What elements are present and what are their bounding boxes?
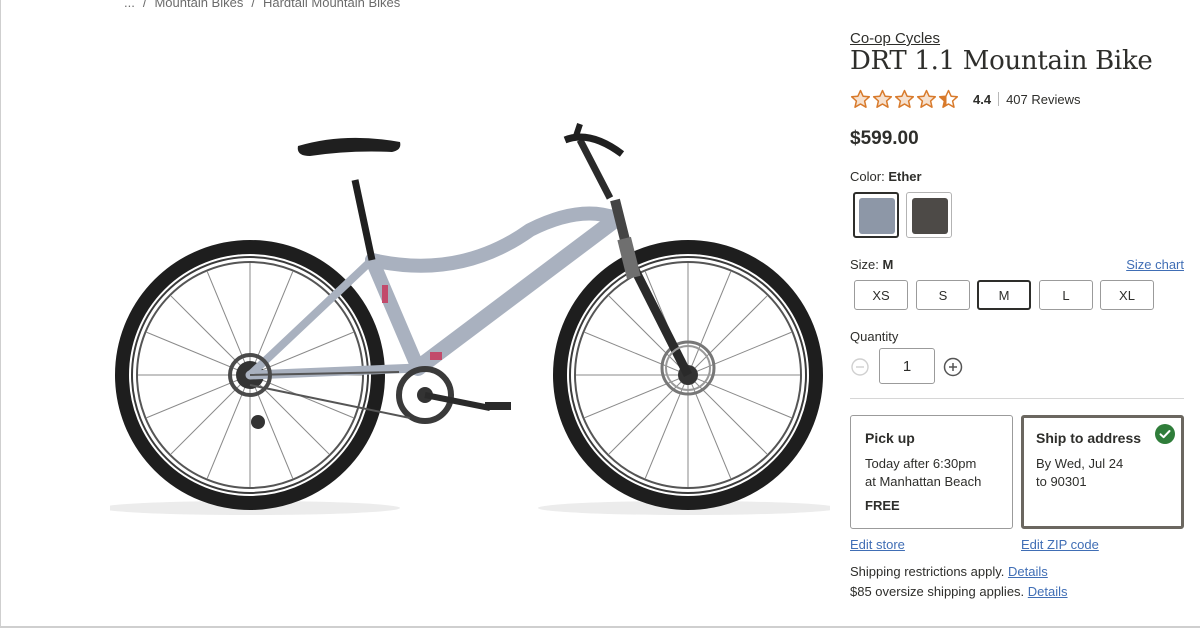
color-label-text: Color: [850,169,885,184]
pickup-option-card[interactable]: Pick up Today after 6:30pm at Manhattan … [850,415,1013,529]
review-count-label: Reviews [1031,91,1081,107]
shipping-restrictions-note: Shipping restrictions apply. Details [850,564,1048,579]
oversize-shipping-note: $85 oversize shipping applies. Details [850,584,1068,599]
product-price: $599.00 [850,128,919,149]
star-icon [916,89,937,108]
ship-title: Ship to address [1036,430,1142,446]
breadcrumb: ... / Mountain Bikes / Hardtail Mountain Bik… [124,0,400,10]
breadcrumb-separator: / [251,0,255,10]
breadcrumb-separator: / [142,0,147,10]
check-circle-icon [1155,424,1175,444]
pickup-title: Pick up [865,430,915,446]
size-label-text: Size: [850,257,879,272]
edit-zip-link[interactable]: Edit ZIP code [1021,537,1099,552]
section-divider [850,398,1184,399]
breadcrumb-item-hardtail[interactable]: Hardtail Mountain Bikes [263,0,400,10]
size-chart-link[interactable]: Size chart [1126,257,1184,272]
size-option-xl[interactable]: XL [1100,280,1154,310]
page-frame-left [0,0,1,628]
selected-size: M [882,257,894,272]
shipping-restrictions-text: Shipping restrictions apply. [850,564,1005,579]
breadcrumb-item-mountain-bikes[interactable]: Mountain Bikes [154,0,243,10]
size-option-xs[interactable]: XS [854,280,908,310]
product-rating[interactable]: 4.4 407 Reviews [850,88,1081,110]
star-icon [872,89,893,108]
review-count[interactable]: 407 Reviews [1006,92,1080,107]
star-icon [850,89,871,108]
star-icon [894,89,915,108]
color-swatch-ether[interactable] [853,192,899,238]
pickup-store: at Manhattan Beach [865,474,982,489]
star-icon [938,89,959,108]
size-option-l[interactable]: L [1039,280,1093,310]
shipping-restrictions-details-link[interactable]: Details [1008,564,1048,579]
plus-circle-icon[interactable] [943,357,963,377]
oversize-shipping-text: $85 oversize shipping applies. [850,584,1025,599]
ship-date: By Wed, Jul 24 [1036,456,1124,471]
rating-stars [850,89,959,110]
size-option-m[interactable]: M [977,280,1031,310]
breadcrumb-item-ellipsis[interactable]: ... [124,0,135,10]
color-swatch-dark[interactable] [906,192,952,238]
swatch-fill [859,198,895,234]
color-label: Color: Ether [850,169,922,184]
review-count-number: 407 [1006,91,1028,107]
pickup-time: Today after 6:30pm [865,456,977,471]
product-title: DRT 1.1 Mountain Bike [850,46,1153,76]
size-option-s[interactable]: S [916,280,970,310]
pickup-price: FREE [865,498,900,513]
rating-value: 4.4 [973,91,992,107]
ship-option-card[interactable]: Ship to address By Wed, Jul 24 to 90301 [1021,415,1184,529]
ship-zip: to 90301 [1036,474,1087,489]
product-image[interactable] [100,110,838,530]
selected-color: Ether [888,169,922,184]
oversize-shipping-details-link[interactable]: Details [1028,584,1068,599]
rating-divider [998,92,1000,106]
swatch-fill [912,198,948,234]
mountain-bike-image [100,123,838,515]
edit-store-link[interactable]: Edit store [850,537,905,552]
brand-link[interactable]: Co-op Cycles [850,30,940,47]
minus-circle-icon[interactable] [851,358,869,376]
quantity-label: Quantity [850,329,899,344]
quantity-input[interactable]: 1 [879,348,935,384]
size-label: Size: M [850,257,893,272]
